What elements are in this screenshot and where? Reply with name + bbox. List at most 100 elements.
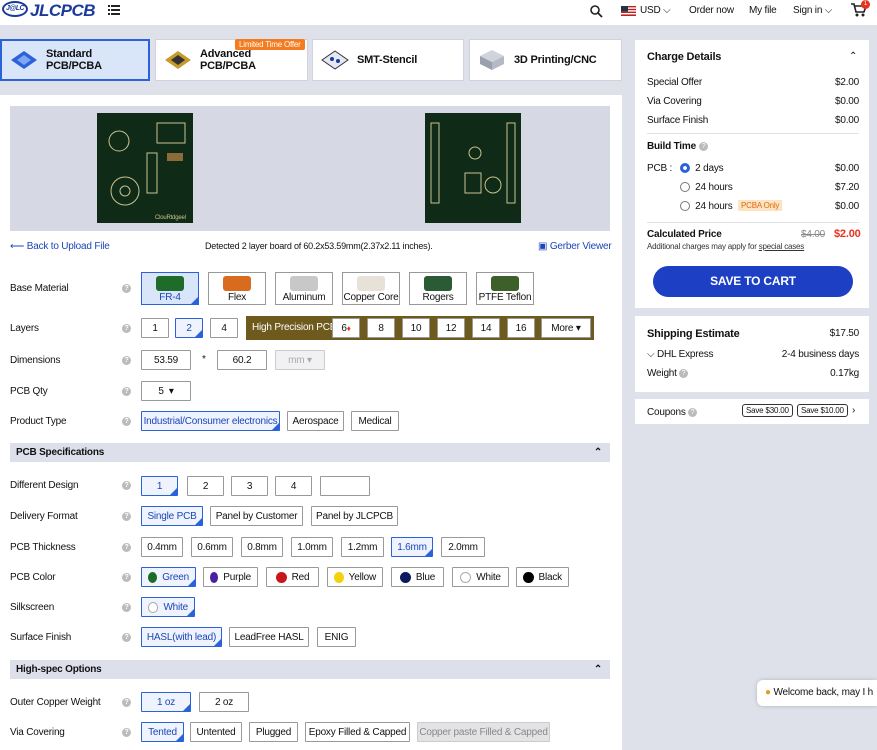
layers-option-16[interactable]: 16 <box>507 318 535 338</box>
delivery-single-pcb[interactable]: Single PCB <box>141 506 203 526</box>
design-option-4[interactable]: 4 <box>275 476 312 496</box>
thickness-1-6[interactable]: 1.6mm <box>391 537 433 557</box>
pcb-specs-header[interactable]: PCB Specifications ⌃ <box>10 443 610 462</box>
design-option-3[interactable]: 3 <box>231 476 268 496</box>
tab-smt-stencil[interactable]: SMT-Stencil <box>312 39 464 81</box>
layers-option-1[interactable]: 1 <box>141 318 169 338</box>
design-option-1[interactable]: 1 <box>141 476 178 496</box>
thickness-0-4[interactable]: 0.4mm <box>141 537 183 557</box>
layers-option-2[interactable]: 2 <box>175 318 203 338</box>
help-icon[interactable]: ? <box>122 324 131 333</box>
divider <box>647 133 859 134</box>
help-icon[interactable]: ? <box>688 408 697 417</box>
carrier-select[interactable]: ⌵ DHL Express <box>647 349 714 360</box>
material-ptfe[interactable]: PTFE Teflon <box>476 272 534 305</box>
design-custom-input[interactable] <box>320 476 370 496</box>
color-yellow[interactable]: Yellow <box>327 567 383 587</box>
chevron-up-icon[interactable]: ⌃ <box>849 51 857 62</box>
finish-enig[interactable]: ENIG <box>317 627 356 647</box>
currency-selector[interactable]: USD ⌵ <box>640 5 671 16</box>
sign-in-link[interactable]: Sign in ⌵ <box>793 5 832 16</box>
thickness-1-0[interactable]: 1.0mm <box>291 537 333 557</box>
save-to-cart-button[interactable]: SAVE TO CART <box>653 266 853 297</box>
dimension-y-input[interactable]: 60.2 <box>217 350 267 370</box>
color-white[interactable]: White <box>452 567 509 587</box>
delivery-panel-jlcpcb[interactable]: Panel by JLCPCB <box>311 506 398 526</box>
material-copper-core[interactable]: Copper Core <box>342 272 400 305</box>
layers-option-4[interactable]: 4 <box>210 318 238 338</box>
logo[interactable]: J@LC JLCPCB <box>2 1 96 21</box>
color-blue[interactable]: Blue <box>391 567 444 587</box>
gerber-viewer-link[interactable]: ▣ Gerber Viewer <box>538 241 612 252</box>
help-icon[interactable]: ? <box>122 356 131 365</box>
search-icon[interactable] <box>590 5 603 21</box>
via-untented[interactable]: Untented <box>190 722 242 742</box>
via-plugged[interactable]: Plugged <box>249 722 298 742</box>
via-epoxy-filled[interactable]: Epoxy Filled & Capped <box>305 722 410 742</box>
layers-more-button[interactable]: More ▾ <box>541 318 591 338</box>
thickness-0-8[interactable]: 0.8mm <box>241 537 283 557</box>
copper-1oz[interactable]: 1 oz <box>141 692 191 712</box>
old-price: $4.00 <box>801 229 826 240</box>
layers-option-10[interactable]: 10 <box>402 318 430 338</box>
build-option-24h-pcba[interactable]: 24 hours <box>680 201 733 212</box>
design-option-2[interactable]: 2 <box>187 476 224 496</box>
help-icon[interactable]: ? <box>122 512 131 521</box>
help-icon[interactable]: ? <box>122 728 131 737</box>
layers-option-8[interactable]: 8 <box>367 318 395 338</box>
limited-offer-badge: Limited Time Offer <box>235 39 305 50</box>
color-green[interactable]: Green <box>141 567 196 587</box>
finish-leadfree-hasl[interactable]: LeadFree HASL <box>229 627 309 647</box>
thickness-2-0[interactable]: 2.0mm <box>441 537 485 557</box>
help-icon[interactable]: ? <box>122 698 131 707</box>
help-icon[interactable]: ? <box>122 387 131 396</box>
help-icon[interactable]: ? <box>122 481 131 490</box>
layers-option-14[interactable]: 14 <box>472 318 500 338</box>
help-icon[interactable]: ? <box>679 369 688 378</box>
thickness-0-6[interactable]: 0.6mm <box>191 537 233 557</box>
copper-2oz[interactable]: 2 oz <box>199 692 249 712</box>
help-icon[interactable]: ? <box>122 573 131 582</box>
order-now-link[interactable]: Order now <box>689 5 734 16</box>
help-icon[interactable]: ? <box>122 633 131 642</box>
chevron-right-icon[interactable]: › <box>852 405 855 416</box>
finish-hasl-lead[interactable]: HASL(with lead) <box>141 627 222 647</box>
pcb-qty-select[interactable]: 5 ▾ <box>141 381 191 401</box>
product-industrial[interactable]: Industrial/Consumer electronics <box>141 411 280 431</box>
material-aluminum[interactable]: Aluminum <box>275 272 333 305</box>
menu-icon[interactable] <box>108 5 120 15</box>
layers-option-12[interactable]: 12 <box>437 318 465 338</box>
product-aerospace[interactable]: Aerospace <box>287 411 344 431</box>
build-option-24h[interactable]: 24 hours <box>680 182 733 193</box>
high-spec-header[interactable]: High-spec Options ⌃ <box>10 660 610 679</box>
help-icon[interactable]: ? <box>122 603 131 612</box>
my-file-link[interactable]: My file <box>749 5 777 16</box>
coupons-label: Coupons <box>647 407 686 418</box>
tab-standard-pcb[interactable]: Standard PCB/PCBA <box>0 39 150 81</box>
dimension-x-input[interactable]: 53.59 <box>141 350 191 370</box>
coupon-30[interactable]: Save $30.00 <box>742 404 793 417</box>
back-to-upload-link[interactable]: ⟵ Back to Upload File <box>10 241 110 252</box>
help-icon[interactable]: ? <box>122 417 131 426</box>
build-option-2days[interactable]: 2 days <box>680 163 724 174</box>
thickness-1-2[interactable]: 1.2mm <box>341 537 384 557</box>
unit-select[interactable]: mm ▾ <box>275 350 325 370</box>
special-cases-link[interactable]: special cases <box>759 242 805 251</box>
material-fr4[interactable]: FR-4 <box>141 272 199 305</box>
coupon-10[interactable]: Save $10.00 <box>797 404 848 417</box>
delivery-panel-customer[interactable]: Panel by Customer <box>210 506 303 526</box>
material-flex[interactable]: Flex <box>208 272 266 305</box>
help-icon[interactable]: ? <box>122 284 131 293</box>
tab-3d-printing[interactable]: 3D Printing/CNC <box>469 39 622 81</box>
color-purple[interactable]: Purple <box>203 567 258 587</box>
silkscreen-white[interactable]: White <box>141 597 195 617</box>
layers-option-6[interactable]: 6 ♦ <box>332 318 360 338</box>
via-tented[interactable]: Tented <box>141 722 184 742</box>
help-icon[interactable]: ? <box>699 142 708 151</box>
color-black[interactable]: Black <box>516 567 569 587</box>
help-icon[interactable]: ? <box>122 543 131 552</box>
material-rogers[interactable]: Rogers <box>409 272 467 305</box>
chat-widget[interactable]: ● Welcome back, may I h <box>757 680 877 706</box>
product-medical[interactable]: Medical <box>351 411 399 431</box>
color-red[interactable]: Red <box>266 567 319 587</box>
